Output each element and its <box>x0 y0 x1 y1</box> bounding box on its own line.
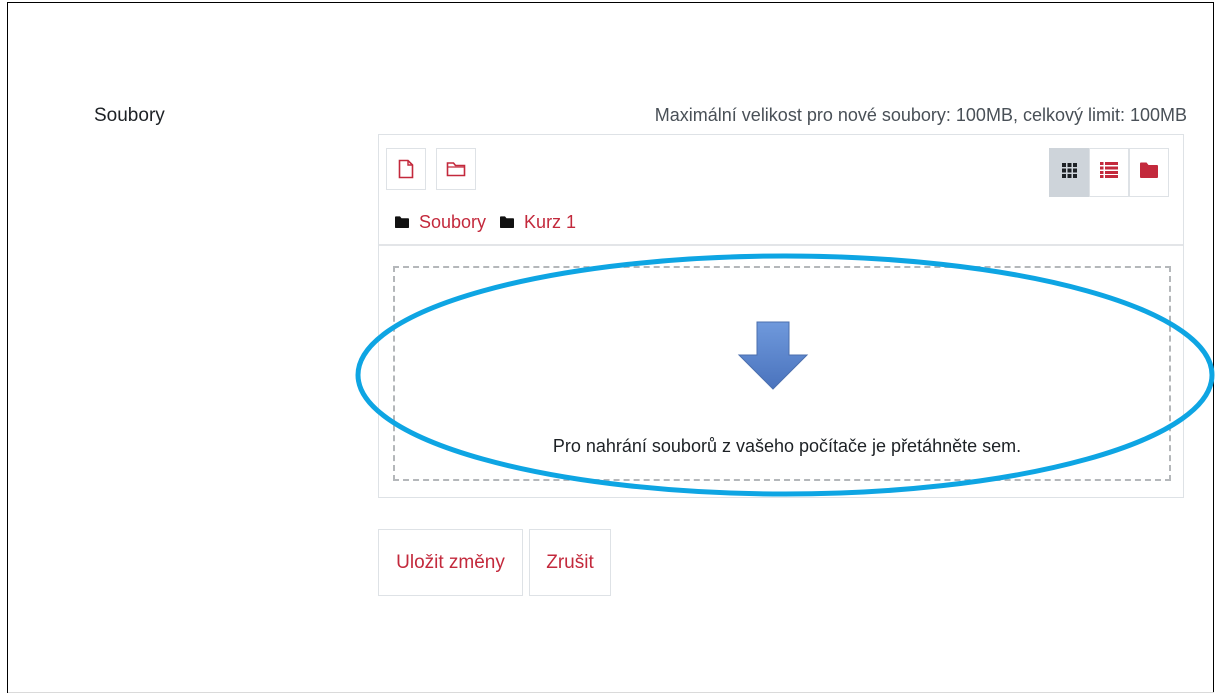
view-list-button[interactable] <box>1089 148 1129 197</box>
down-arrow-icon <box>737 321 809 396</box>
file-icon <box>398 159 414 179</box>
view-tree-button[interactable] <box>1129 148 1169 197</box>
folder-icon <box>500 212 515 233</box>
folder-outline-icon <box>446 161 466 177</box>
breadcrumb-link-course[interactable]: Kurz 1 <box>524 212 576 233</box>
field-label-files: Soubory <box>94 105 165 126</box>
view-icons-button[interactable] <box>1049 148 1089 197</box>
save-changes-button[interactable]: Uložit změny <box>378 529 523 596</box>
folder-icon <box>395 212 409 233</box>
dropzone-message: Pro nahrání souborů z vašeho počítače je… <box>552 436 1022 456</box>
add-file-button[interactable] <box>386 148 426 190</box>
create-folder-button[interactable] <box>436 148 476 190</box>
folder-tree-icon <box>1140 162 1158 183</box>
grid-icon <box>1061 162 1077 183</box>
file-manager: Soubory Kurz 1 Pro nahrání souborů z vaš… <box>378 134 1184 498</box>
file-dropzone[interactable]: Pro nahrání souborů z vašeho počítače je… <box>393 266 1171 481</box>
breadcrumb-link-files[interactable]: Soubory <box>419 212 486 233</box>
list-icon <box>1100 162 1118 183</box>
breadcrumb: Soubory Kurz 1 <box>395 212 590 233</box>
divider <box>8 692 1214 693</box>
file-size-limits: Maximální velikost pro nové soubory: 100… <box>654 105 1187 125</box>
cancel-button[interactable]: Zrušit <box>529 529 611 596</box>
file-manager-header: Soubory Kurz 1 <box>379 135 1183 246</box>
